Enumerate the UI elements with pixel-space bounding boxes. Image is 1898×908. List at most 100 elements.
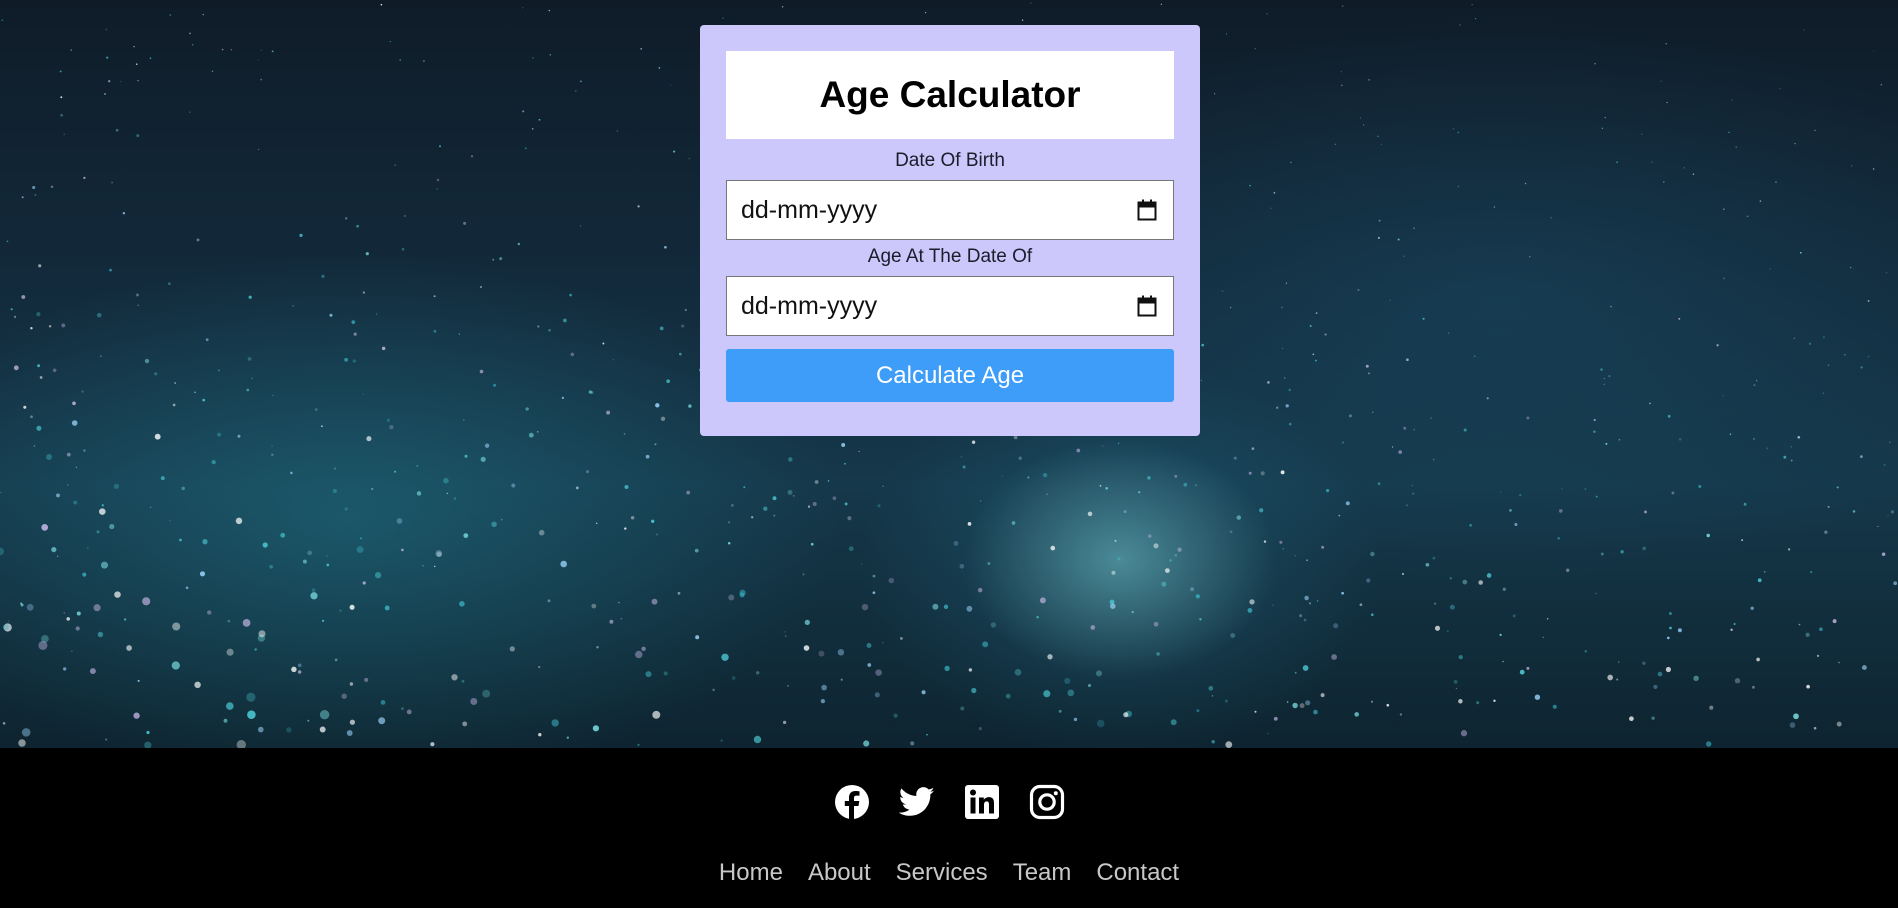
- footer-nav-about[interactable]: About: [808, 859, 871, 887]
- calculate-age-button[interactable]: Calculate Age: [726, 349, 1174, 402]
- particle-dot: [136, 293, 139, 297]
- particle-dot: [344, 357, 348, 362]
- particle-dot: [659, 326, 664, 331]
- particle-dot: [30, 326, 33, 330]
- particle-dot: [1368, 79, 1370, 81]
- particle-dot: [1657, 671, 1663, 677]
- particle-dot: [1729, 433, 1732, 435]
- particle-dot: [1399, 713, 1403, 716]
- particle-dot: [1273, 716, 1278, 721]
- footer-nav-home[interactable]: Home: [719, 859, 783, 887]
- particle-dot: [332, 488, 337, 494]
- particle-dot: [63, 612, 65, 614]
- particle-dot: [1534, 694, 1541, 700]
- target-date-input[interactable]: dd-mm-yyyy: [726, 276, 1174, 336]
- twitter-icon[interactable]: [898, 784, 935, 820]
- particle-dot: [1514, 523, 1518, 526]
- particle-dot: [1678, 437, 1682, 441]
- particle-dot: [538, 733, 542, 737]
- particle-dot: [782, 720, 787, 725]
- particle-dot: [1201, 343, 1205, 347]
- particle-dot: [83, 449, 86, 452]
- particle-dot: [1432, 556, 1436, 560]
- footer-nav-services[interactable]: Services: [896, 859, 988, 887]
- particle-dot: [326, 563, 330, 567]
- particle-dot: [1275, 406, 1279, 409]
- linkedin-icon[interactable]: [964, 784, 1000, 820]
- particle-dot: [1603, 383, 1605, 386]
- dob-date-input[interactable]: dd-mm-yyyy: [726, 180, 1174, 240]
- particle-dot: [1666, 636, 1670, 640]
- particle-dot: [1389, 299, 1391, 301]
- calendar-icon[interactable]: [1135, 294, 1159, 318]
- particle-dot: [500, 518, 503, 521]
- particle-dot: [551, 719, 559, 727]
- particle-dot: [464, 454, 468, 458]
- particle-dot: [37, 364, 41, 368]
- particle-dot: [1341, 591, 1344, 595]
- particle-dot: [1730, 628, 1733, 631]
- particle-dot: [1756, 657, 1760, 662]
- particle-dot: [1169, 559, 1172, 562]
- particle-dot: [1042, 472, 1048, 478]
- particle-dot: [575, 486, 579, 490]
- particle-dot: [722, 17, 724, 19]
- calendar-icon[interactable]: [1135, 198, 1159, 222]
- particle-dot: [1045, 493, 1048, 496]
- particle-dot: [1324, 333, 1327, 336]
- particle-dot: [479, 369, 484, 374]
- particle-dot: [133, 45, 135, 48]
- particle-dot: [663, 671, 668, 676]
- particle-dot: [1263, 540, 1267, 543]
- particle-dot: [196, 238, 200, 242]
- particle-dot: [538, 665, 541, 669]
- particle-dot: [844, 462, 846, 465]
- particle-dot: [1790, 446, 1792, 448]
- particle-dot: [1618, 661, 1620, 663]
- particle-dot: [100, 355, 102, 357]
- particle-dot: [863, 740, 870, 747]
- particle-dot: [352, 359, 357, 363]
- particle-dot: [549, 54, 552, 56]
- particle-dot: [1316, 600, 1319, 602]
- particle-dot: [149, 57, 152, 59]
- dob-placeholder: dd-mm-yyyy: [741, 195, 878, 224]
- particle-dot: [254, 648, 257, 651]
- particle-dot: [666, 379, 670, 384]
- particle-dot: [1398, 450, 1402, 454]
- particle-dot: [536, 430, 539, 433]
- particle-dot: [36, 425, 42, 431]
- instagram-icon[interactable]: [1029, 784, 1065, 820]
- particle-dot: [1432, 458, 1435, 461]
- particle-dot: [755, 671, 760, 675]
- particle-dot: [1860, 366, 1863, 369]
- particle-dot: [1039, 597, 1046, 604]
- particle-dot: [1036, 616, 1039, 619]
- particle-dot: [872, 591, 876, 595]
- particle-dot: [136, 134, 140, 138]
- footer-nav-contact[interactable]: Contact: [1096, 859, 1179, 887]
- particle-dot: [72, 401, 76, 406]
- particle-dot: [1013, 435, 1018, 440]
- particle-dot: [57, 555, 59, 557]
- particle-dot: [1338, 514, 1341, 517]
- particle-dot: [1430, 417, 1432, 419]
- particle-dot: [1342, 5, 1344, 7]
- footer-nav-team[interactable]: Team: [1013, 859, 1072, 887]
- particle-dot: [119, 80, 122, 83]
- particle-dot: [384, 605, 390, 611]
- particle-dot: [1047, 654, 1053, 660]
- particle-dot: [211, 459, 216, 465]
- particle-dot: [87, 547, 89, 549]
- particle-dot: [30, 415, 33, 419]
- particle-dot: [1305, 700, 1311, 706]
- particle-dot: [13, 315, 17, 319]
- particle-dot: [1528, 255, 1531, 258]
- particle-dot: [1195, 594, 1200, 599]
- particle-dot: [620, 617, 623, 620]
- facebook-icon[interactable]: [834, 784, 870, 820]
- particle-dot: [959, 563, 965, 569]
- particle-dot: [1601, 127, 1604, 130]
- particle-dot: [1789, 722, 1796, 728]
- particle-dot: [351, 320, 356, 324]
